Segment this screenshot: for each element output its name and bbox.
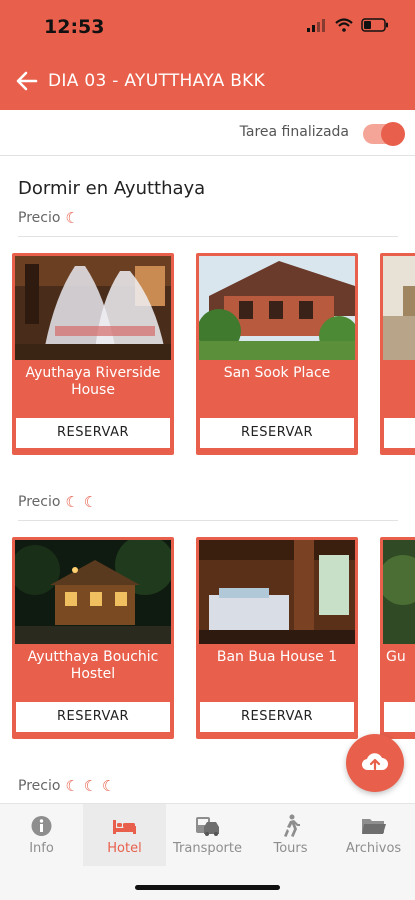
task-status-row: Tarea finalizada [0,110,415,156]
hotel-carousel-2[interactable]: Ayutthaya Bouchic Hostel RESERVAR Ban Bu… [0,537,415,743]
page-title: DIA 03 - AYUTTHAYA BKK [48,71,266,91]
hotel-photo [199,540,355,644]
hotel-carousel-1[interactable]: Ayuthaya Riverside House RESERVAR San So… [0,253,415,459]
folder-icon [362,819,386,834]
tab-label: Tours [273,841,308,856]
tab-tours[interactable]: Tours [249,804,332,866]
hotel-photo-image [383,540,415,644]
price-label-group-3: Precio ☾ ☾ ☾ [18,777,115,795]
tab-label: Hotel [107,841,142,856]
reserve-button[interactable] [384,418,415,448]
section-title: Dormir en Ayutthaya [18,178,206,199]
home-indicator [135,885,280,890]
tab-info[interactable]: Info [0,804,83,866]
task-complete-toggle[interactable] [363,122,405,146]
hotel-photo [15,256,171,360]
divider [18,520,398,521]
divider [18,236,398,237]
hotel-photo [383,256,415,360]
reserve-button[interactable]: RESERVAR [200,418,354,448]
hotel-card[interactable]: Ayuthaya Riverside House RESERVAR [12,253,174,455]
tab-archivos[interactable]: Archivos [332,804,415,866]
hotel-photo [15,540,171,644]
reserve-button[interactable] [384,702,415,732]
hotel-name: Ayutthaya Bouchic Hostel [27,649,159,682]
walking-person-icon [284,814,300,837]
tab-transporte[interactable]: Transporte [166,804,249,866]
price-label-group-2: Precio ☾ ☾ [18,493,97,511]
hotel-card[interactable]: Ayutthaya Bouchic Hostel RESERVAR [12,537,174,739]
task-status-label: Tarea finalizada [239,124,349,140]
price-label: Precio [18,778,61,794]
toggle-knob [381,122,405,146]
upload-cloud-button[interactable] [346,734,404,792]
reserve-button[interactable]: RESERVAR [16,702,170,732]
info-icon [31,816,52,836]
price-label-group-1: Precio ☾ [18,209,79,227]
car-icon [196,817,219,836]
hotel-photo-image [383,256,415,360]
hotel-photo-image [15,540,171,644]
price-level: ☾ ☾ [65,493,98,511]
hotel-photo [199,256,355,360]
cellular-signal-icon [307,19,325,32]
tab-label: Transporte [173,841,242,856]
status-time: 12:53 [44,16,105,38]
status-bar: 12:53 [0,0,415,56]
tab-hotel[interactable]: Hotel [83,804,166,866]
bed-icon [113,820,136,834]
battery-icon [361,18,388,32]
hotel-name: San Sook Place [223,365,331,381]
hotel-name: Ban Bua House 1 [216,649,338,665]
hotel-photo-image [199,540,355,644]
hotel-name: Ayuthaya Riverside House [25,365,161,398]
reserve-button[interactable]: RESERVAR [200,702,354,732]
tab-label: Archivos [345,841,402,856]
price-level: ☾ [65,209,79,227]
status-icons [307,18,389,32]
cloud-upload-icon [361,753,388,771]
hotel-card[interactable]: San Sook Place RESERVAR [196,253,358,455]
hotel-card[interactable]: Ban Bua House 1 RESERVAR [196,537,358,739]
hotel-card-partial[interactable]: Gu [380,537,415,739]
price-label: Precio [18,494,61,510]
price-label: Precio [18,210,61,226]
hotel-photo-image [15,256,171,360]
back-arrow-icon[interactable] [14,68,40,94]
tab-label: Info [29,841,54,856]
wifi-icon [335,18,353,32]
price-level: ☾ ☾ ☾ [65,777,116,795]
hotel-card-partial[interactable] [380,253,415,455]
hotel-photo-image [199,256,355,360]
app-header: DIA 03 - AYUTTHAYA BKK [0,56,415,110]
hotel-photo [383,540,415,644]
hotel-name: Gu [386,649,406,665]
reserve-button[interactable]: RESERVAR [16,418,170,448]
